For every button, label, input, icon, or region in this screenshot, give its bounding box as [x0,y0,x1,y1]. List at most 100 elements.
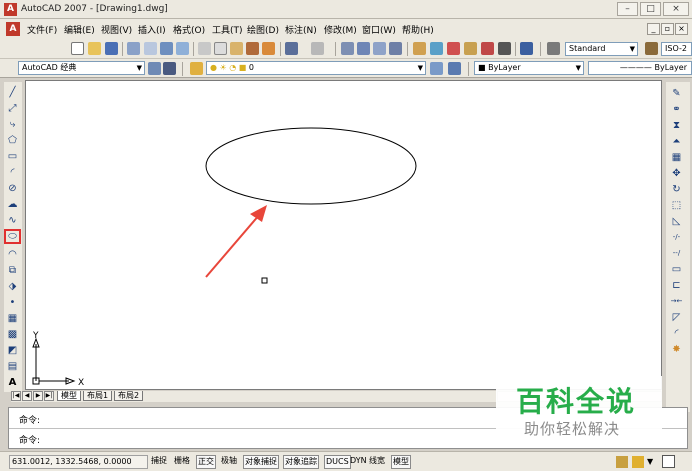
join-icon[interactable]: →← [670,295,683,308]
tab-layout1[interactable]: 布局1 [83,391,113,401]
polygon-icon[interactable]: ⬠ [6,134,19,147]
workspace-settings-icon[interactable] [148,62,161,75]
make-block-icon[interactable]: ⬗ [6,280,19,293]
hatch-icon[interactable]: ▦ [6,312,19,325]
make-layer-current-icon[interactable] [430,62,443,75]
menu-file[interactable]: 文件(F) [27,23,57,36]
pan-icon[interactable] [341,42,354,55]
menu-window[interactable]: 窗口(W) [362,23,396,36]
markup-icon[interactable] [481,42,494,55]
polar-toggle[interactable]: 极轴 [220,455,238,469]
cut-icon[interactable] [198,42,211,55]
tab-layout2[interactable]: 布局2 [114,391,144,401]
document-icon[interactable]: A [6,22,20,36]
ellipse-shape[interactable] [205,127,417,205]
doc-restore-button[interactable]: ▫ [661,23,674,35]
coordinate-readout[interactable]: 631.0012, 1332.5468, 0.0000 [9,455,148,469]
extend-icon[interactable]: --/ [670,247,683,260]
chevron-down-icon[interactable]: ▼ [647,457,653,466]
color-dropdown[interactable]: ■ ByLayer ▼ [474,61,584,75]
dim-style-icon[interactable] [645,42,658,55]
multiline-text-icon[interactable]: A [6,376,19,389]
plot-preview-icon[interactable] [144,42,157,55]
redo-icon[interactable] [311,42,324,55]
stretch-icon[interactable]: ◺ [670,215,683,228]
region-icon[interactable]: ◩ [6,344,19,357]
minimize-button[interactable]: – [617,2,638,16]
osnap-toggle[interactable]: 对象捕捉 [243,455,279,469]
3d-dwf-icon[interactable] [176,42,189,55]
chamfer-icon[interactable]: ◸ [670,311,683,324]
prev-tab-button[interactable]: ◀ [22,391,32,401]
block-editor-icon[interactable] [262,42,275,55]
grid-toggle[interactable]: 栅格 [173,455,191,469]
revision-cloud-icon[interactable]: ☁ [6,198,19,211]
erase-icon[interactable]: ✎ [670,87,683,100]
break-icon[interactable]: ⊏ [670,279,683,292]
copy-icon[interactable]: ⚭ [670,103,683,116]
mirror-icon[interactable]: ⧗ [670,119,683,132]
menu-format[interactable]: 格式(O) [173,23,205,36]
zoom-previous-icon[interactable] [389,42,402,55]
table-icon[interactable]: ▤ [6,360,19,373]
first-tab-button[interactable]: |◀ [11,391,21,401]
snap-toggle[interactable]: 捕捉 [150,455,168,469]
properties-icon[interactable] [413,42,426,55]
open-icon[interactable] [88,42,101,55]
zoom-window-icon[interactable] [373,42,386,55]
array-icon[interactable]: ▦ [670,151,683,164]
text-style-icon[interactable] [547,42,560,55]
quickcalc-icon[interactable] [498,42,511,55]
offset-icon[interactable]: ⏶ [670,135,683,148]
last-tab-button[interactable]: ▶| [44,391,54,401]
text-style-dropdown[interactable]: Standard ▼ [565,42,638,56]
publish-icon[interactable] [160,42,173,55]
move-icon[interactable]: ✥ [670,167,683,180]
my-workspace-icon[interactable] [163,62,176,75]
copy-clip-icon[interactable] [214,42,227,55]
gradient-icon[interactable]: ▩ [6,328,19,341]
model-toggle[interactable]: 模型 [391,455,411,469]
zoom-realtime-icon[interactable] [357,42,370,55]
ducs-toggle[interactable]: DUCS [324,455,351,469]
menu-insert[interactable]: 插入(I) [138,23,166,36]
design-center-icon[interactable] [430,42,443,55]
trim-icon[interactable]: -/- [670,231,683,244]
circle-icon[interactable]: ⊘ [6,182,19,195]
maximize-button[interactable]: □ [640,2,661,16]
otrack-toggle[interactable]: 对象追踪 [283,455,319,469]
layer-dropdown[interactable]: ● ☀ ◔ ■ 0 ▼ [206,61,426,75]
scale-icon[interactable]: ⬚ [670,199,683,212]
rectangle-icon[interactable]: ▭ [6,150,19,163]
line-icon[interactable]: ╱ [6,86,19,99]
save-icon[interactable] [105,42,118,55]
lineweight-toggle[interactable]: 线宽 [368,455,386,469]
autocad-app-icon[interactable]: A [4,3,17,16]
arc-icon[interactable]: ◜ [6,166,19,179]
tool-palettes-icon[interactable] [447,42,460,55]
rotate-icon[interactable]: ↻ [670,183,683,196]
layer-properties-icon[interactable] [190,62,203,75]
drawing-area[interactable]: Y X [25,80,662,390]
paste-icon[interactable] [230,42,243,55]
communication-center-icon[interactable] [616,456,628,468]
polyline-icon[interactable]: ⤷ [6,118,19,131]
menu-tools[interactable]: 工具(T) [212,23,243,36]
undo-icon[interactable] [285,42,298,55]
menu-dimension[interactable]: 标注(N) [285,23,317,36]
fillet-icon[interactable]: ◜ [670,327,683,340]
clean-screen-icon[interactable] [662,455,675,468]
ortho-toggle[interactable]: 正交 [196,455,216,469]
menu-view[interactable]: 视图(V) [101,23,132,36]
tab-model[interactable]: 模型 [57,391,81,401]
close-button[interactable]: × [663,2,689,16]
point-icon[interactable]: • [6,296,19,309]
help-icon[interactable] [520,42,533,55]
menu-draw[interactable]: 绘图(D) [247,23,279,36]
menu-help[interactable]: 帮助(H) [402,23,434,36]
linetype-dropdown[interactable]: ———— ByLayer [588,61,692,75]
match-properties-icon[interactable] [246,42,259,55]
workspace-dropdown[interactable]: AutoCAD 经典 ▼ [18,61,145,75]
sheet-set-icon[interactable] [464,42,477,55]
break-at-point-icon[interactable]: ▭ [670,263,683,276]
